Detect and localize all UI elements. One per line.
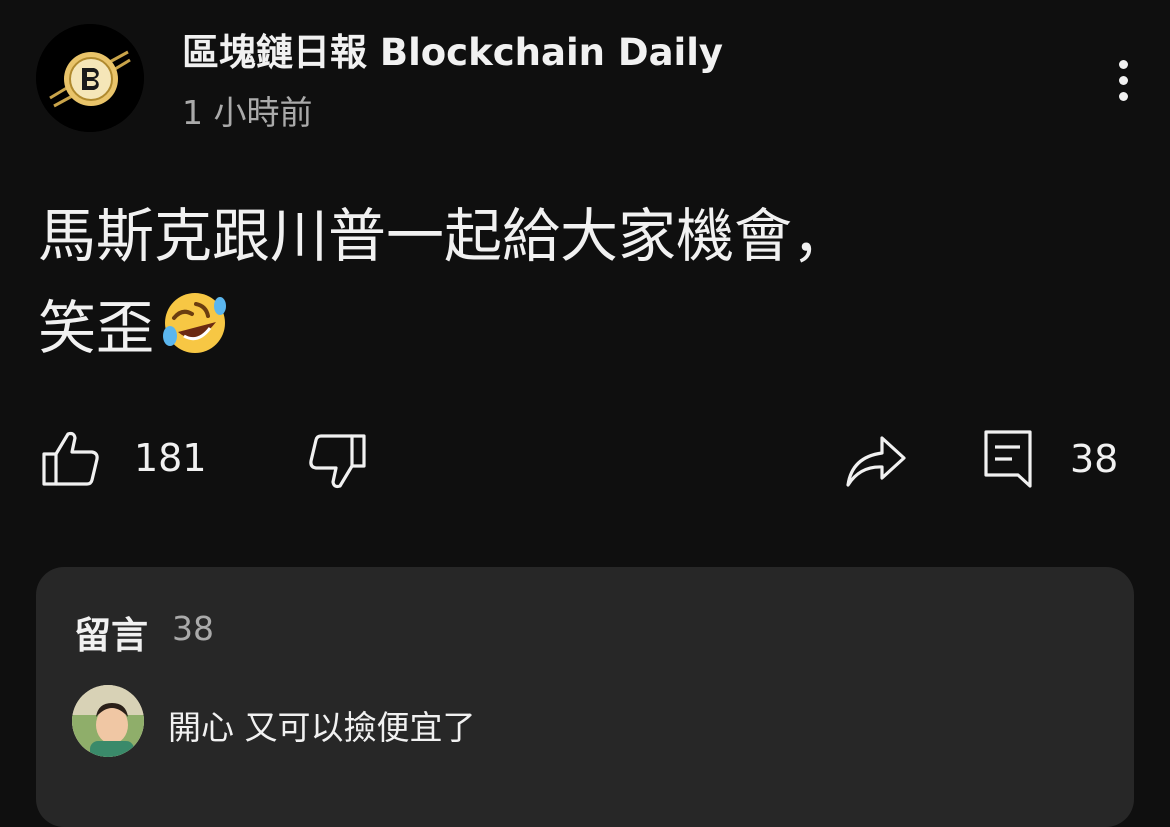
comments-title: 留言: [74, 614, 148, 657]
thumbs-down-icon: [309, 434, 366, 489]
post-text-line-2: 笑歪: [38, 282, 1128, 374]
comments-count: 38: [172, 609, 214, 648]
thumbs-up-icon: [42, 431, 99, 486]
action-bar: 181 38: [0, 420, 1170, 500]
more-vertical-icon: [1118, 59, 1128, 69]
comments-section[interactable]: 留言 38 開心 又可以撿便宜了: [36, 567, 1134, 827]
channel-avatar[interactable]: [36, 24, 144, 132]
channel-name[interactable]: 區塊鏈日報 Blockchain Daily: [182, 22, 723, 76]
post-text: 馬斯克跟川普一起給大家機會， 笑歪: [38, 190, 1128, 374]
post-header: 區塊鏈日報 Blockchain Daily 1 小時前: [0, 0, 1170, 150]
like-count: 181: [134, 436, 207, 480]
post-text-line-2-text: 笑歪: [38, 294, 155, 362]
comment-icon: [984, 430, 1032, 488]
post-time: 1 小時前: [182, 93, 313, 132]
comments-button[interactable]: 38: [982, 428, 1118, 490]
top-comment-text: 開心 又可以撿便宜了: [168, 708, 476, 747]
user-avatar-icon: [72, 685, 144, 757]
post-text-line-1: 馬斯克跟川普一起給大家機會，: [38, 202, 851, 270]
share-icon: [846, 436, 906, 487]
share-button[interactable]: [844, 434, 908, 488]
commenter-avatar[interactable]: [72, 685, 144, 757]
dislike-button[interactable]: [306, 432, 368, 492]
rofl-emoji-icon: [163, 293, 227, 353]
like-button[interactable]: 181: [40, 428, 207, 488]
more-options-button[interactable]: [1100, 50, 1146, 110]
blockchain-daily-logo-icon: [36, 24, 144, 132]
comment-count: 38: [1070, 437, 1119, 481]
